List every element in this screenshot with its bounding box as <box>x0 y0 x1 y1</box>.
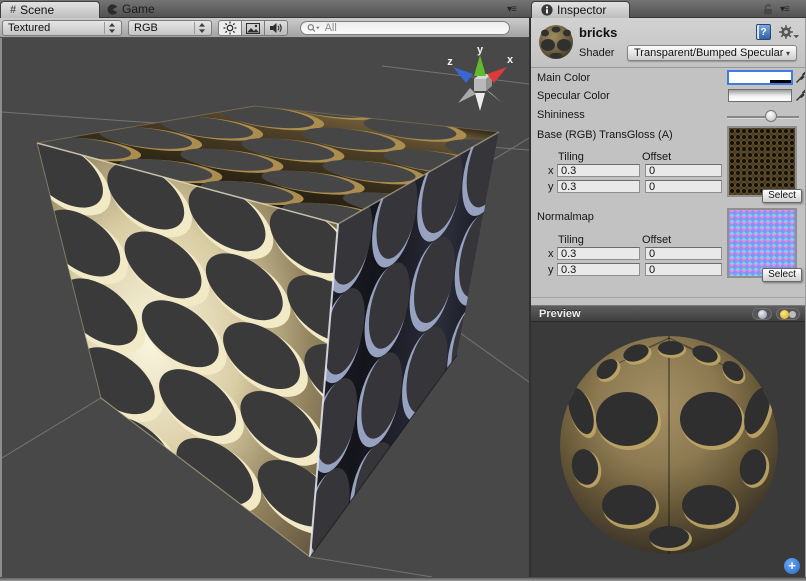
tab-game-label: Game <box>122 2 155 16</box>
tab-inspector-label: Inspector <box>557 3 606 17</box>
base-select-button[interactable]: Select <box>762 189 802 203</box>
x-row-label: x <box>548 248 554 260</box>
main-color-label: Main Color <box>537 72 590 84</box>
tab-scene[interactable]: # Scene <box>0 1 100 18</box>
normal-offset-x-field[interactable] <box>645 247 722 260</box>
gizmo-z-label: z <box>447 56 453 68</box>
normalmap-select-button[interactable]: Select <box>762 268 802 282</box>
sphere-icon <box>758 310 767 319</box>
offset-label: Offset <box>642 234 671 246</box>
divider <box>531 297 806 298</box>
shininess-label: Shininess <box>537 109 585 121</box>
shader-dropdown[interactable]: Transparent/Bumped Specular ▾ <box>627 45 797 61</box>
main-color-swatch[interactable] <box>728 71 792 84</box>
gizmo-axis-negz-cone[interactable] <box>485 89 502 103</box>
preview-title: Preview <box>539 308 581 320</box>
add-preview-button[interactable]: + <box>784 558 800 574</box>
image-icon <box>246 23 260 34</box>
normal-offset-y-field[interactable] <box>645 263 722 276</box>
render-paths-button[interactable] <box>241 20 265 36</box>
specular-color-swatch[interactable] <box>728 89 792 102</box>
specular-color-label: Specular Color <box>537 90 610 102</box>
textured-cube[interactable] <box>19 81 529 577</box>
chevron-down-icon: ▾ <box>786 49 790 58</box>
tab-game[interactable]: Game <box>107 1 155 17</box>
window-bottom-edge <box>0 577 806 581</box>
normal-tiling-y-field[interactable] <box>557 263 640 276</box>
info-icon <box>541 4 553 16</box>
preview-light-button[interactable] <box>776 308 800 320</box>
search-input[interactable] <box>323 21 503 35</box>
tab-inspector[interactable]: Inspector <box>531 1 630 18</box>
inspector-panel: bricks Shader Transparent/Bumped Specula… <box>531 18 806 577</box>
gear-icon[interactable] <box>778 24 800 41</box>
search-icon <box>307 23 320 33</box>
material-preview-area[interactable]: + <box>531 322 806 577</box>
render-mode-dropdown[interactable]: Textured <box>2 20 122 36</box>
game-icon <box>107 4 118 15</box>
shader-label: Shader <box>579 47 614 59</box>
gizmo-axis-y-cone[interactable] <box>474 55 486 76</box>
help-icon[interactable]: ? <box>756 24 771 40</box>
material-header: bricks Shader Transparent/Bumped Specula… <box>531 18 806 68</box>
gizmo-axis-negx-cone[interactable] <box>458 88 476 103</box>
unity-editor-window: # Scene Game ▾≡ Inspector ▾≡ Textured <box>0 0 806 581</box>
shader-value: Transparent/Bumped Specular <box>634 47 783 59</box>
lock-icon[interactable] <box>762 3 774 16</box>
base-tiling-y-field[interactable] <box>557 180 640 193</box>
shininess-slider-thumb[interactable] <box>765 110 777 122</box>
base-offset-x-field[interactable] <box>645 164 722 177</box>
gizmo-y-label: y <box>477 44 484 56</box>
updown-arrows-icon <box>194 22 206 34</box>
channel-mode-label: RGB <box>134 22 190 34</box>
scene-toolbar: Textured RGB <box>0 18 529 38</box>
speaker-icon <box>269 22 283 34</box>
scene-grid-icon: # <box>10 4 16 16</box>
updown-arrows-icon <box>104 22 116 34</box>
scene-canvas[interactable]: y x z <box>2 38 529 577</box>
lighting-toggle-button[interactable] <box>218 20 242 36</box>
inspector-panel-menu-icon[interactable]: ▾≡ <box>780 4 789 15</box>
sun-icon <box>223 21 237 35</box>
tab-bar: # Scene Game ▾≡ Inspector ▾≡ <box>0 0 806 18</box>
channel-mode-dropdown[interactable]: RGB <box>128 20 212 36</box>
base-offset-y-field[interactable] <box>645 180 722 193</box>
normalmap-label: Normalmap <box>537 211 594 223</box>
tiling-label: Tiling <box>558 234 584 246</box>
material-name: bricks <box>579 25 617 40</box>
y-row-label: y <box>548 264 554 276</box>
shininess-slider[interactable] <box>727 116 799 119</box>
base-tiling-x-field[interactable] <box>557 164 640 177</box>
audio-toggle-button[interactable] <box>264 20 288 36</box>
preview-sphere <box>531 322 806 577</box>
scene-viewport[interactable]: y x z <box>0 38 529 577</box>
scene-panel-menu-icon[interactable]: ▾≡ <box>507 4 516 15</box>
render-mode-label: Textured <box>8 22 100 34</box>
base-map-label: Base (RGB) TransGloss (A) <box>537 129 673 141</box>
material-thumbnail[interactable] <box>536 22 576 62</box>
y-row-label: y <box>548 181 554 193</box>
offset-label: Offset <box>642 151 671 163</box>
normal-tiling-x-field[interactable] <box>557 247 640 260</box>
tiling-label: Tiling <box>558 151 584 163</box>
scene-search-field[interactable] <box>300 21 510 35</box>
scene-gizmo[interactable]: y x z <box>447 44 514 111</box>
base-texture-thumbnail[interactable] <box>727 126 797 197</box>
lights-icon <box>780 310 796 319</box>
tab-scene-label: Scene <box>20 3 54 17</box>
gizmo-x-label: x <box>507 54 514 66</box>
preview-mesh-button[interactable] <box>752 308 772 320</box>
gizmo-axis-negy-cone[interactable] <box>475 93 485 111</box>
x-row-label: x <box>548 165 554 177</box>
alpha-bar <box>770 80 791 83</box>
preview-header[interactable]: Preview <box>531 305 806 322</box>
